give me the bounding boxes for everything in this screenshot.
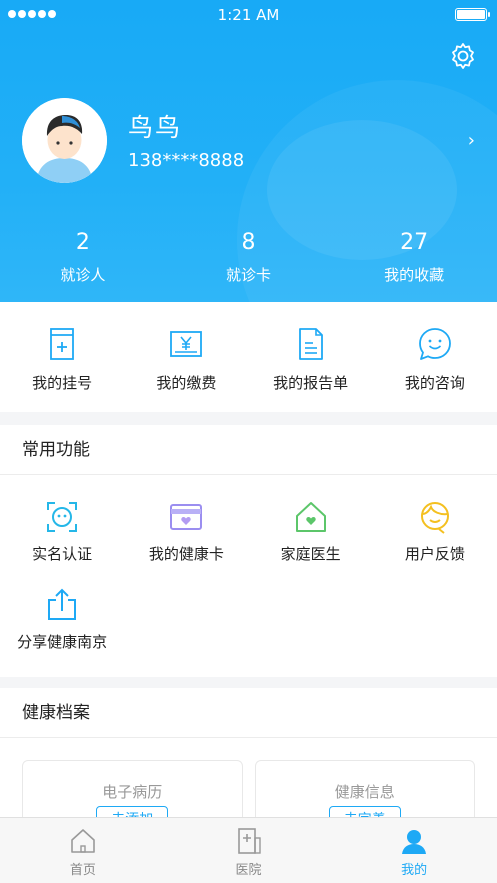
function-label: 分享健康南京 (17, 633, 108, 651)
stat-label: 我的收藏 (384, 266, 445, 284)
quick-action-label: 我的咨询 (404, 374, 465, 392)
function-label: 家庭医生 (280, 545, 341, 563)
quick-action-consult[interactable]: 我的咨询 (373, 302, 497, 412)
stat-label: 就诊卡 (226, 266, 272, 284)
quick-action-report[interactable]: 我的报告单 (249, 302, 373, 412)
stat-favorites[interactable]: 27 我的收藏 (331, 228, 497, 285)
chevron-right-icon[interactable]: › (468, 130, 475, 151)
tab-mine[interactable]: 我的 (331, 818, 497, 883)
card-title: 电子病历 (102, 783, 163, 801)
quick-action-label: 我的报告单 (273, 374, 349, 392)
stat-cards[interactable]: 8 就诊卡 (166, 228, 332, 285)
avatar[interactable] (22, 98, 107, 183)
quick-actions: 我的挂号 我的缴费 我的报告单 我的咨询 (0, 302, 497, 412)
tab-hospital[interactable]: 医院 (166, 818, 332, 883)
health-record-cards: 电子病历 去添加 健康信息 去完善 (0, 738, 497, 817)
user-name: 鸟鸟 (128, 113, 183, 142)
tab-label: 我的 (401, 863, 428, 878)
function-real-name-auth[interactable]: 实名认证 (0, 475, 124, 563)
function-label: 用户反馈 (404, 545, 465, 563)
section-title: 常用功能 (0, 425, 497, 475)
stat-value: 2 (75, 230, 90, 255)
registration-icon (50, 328, 75, 360)
battery-icon (455, 8, 490, 21)
quick-action-label: 我的挂号 (32, 374, 93, 392)
health-card-icon (170, 504, 203, 530)
stat-value: 27 (400, 230, 429, 255)
health-info-card[interactable]: 健康信息 去完善 (254, 760, 475, 817)
profile-icon (402, 830, 427, 854)
stat-value: 8 (241, 230, 256, 255)
consult-icon (418, 328, 451, 360)
payment-icon (170, 331, 203, 357)
feedback-icon (420, 502, 449, 534)
home-icon (71, 829, 95, 853)
tab-home[interactable]: 首页 (0, 818, 166, 883)
common-functions-section: 常用功能 实名认证 我的健康卡 家庭医生 用户反馈 分享健康南京 (0, 425, 497, 677)
function-label: 实名认证 (32, 545, 93, 563)
user-phone: 138****8888 (128, 150, 245, 171)
profile-header: 1:21 AM 鸟鸟 138****8888 › 2 就诊人 8 就诊卡 27 (0, 0, 497, 302)
emr-card[interactable]: 电子病历 去添加 (22, 760, 243, 817)
user-avatar-icon (22, 98, 107, 183)
function-share[interactable]: 分享健康南京 (0, 563, 124, 651)
settings-gear-icon[interactable] (449, 42, 477, 70)
report-icon (298, 328, 323, 360)
function-feedback[interactable]: 用户反馈 (373, 475, 497, 563)
stats-row: 2 就诊人 8 就诊卡 27 我的收藏 (0, 228, 497, 285)
face-scan-icon (47, 502, 78, 532)
hospital-icon (237, 828, 261, 854)
bottom-tab-bar: 首页 医院 我的 (0, 817, 497, 883)
function-label: 我的健康卡 (148, 545, 224, 563)
function-family-doctor[interactable]: 家庭医生 (249, 475, 373, 563)
status-time: 1:21 AM (217, 6, 280, 24)
tab-label: 首页 (69, 863, 96, 878)
section-title: 健康档案 (0, 688, 497, 738)
function-grid: 实名认证 我的健康卡 家庭医生 用户反馈 分享健康南京 (0, 475, 497, 651)
home-heart-icon (295, 502, 326, 532)
share-icon (48, 588, 77, 620)
tab-label: 医院 (235, 863, 262, 878)
status-bar: 1:21 AM (0, 0, 497, 30)
quick-action-payment[interactable]: 我的缴费 (124, 302, 248, 412)
stat-patients[interactable]: 2 就诊人 (0, 228, 166, 285)
quick-action-registration[interactable]: 我的挂号 (0, 302, 124, 412)
complete-health-info-button[interactable]: 去完善 (328, 806, 401, 817)
health-records-section: 健康档案 电子病历 去添加 健康信息 去完善 (0, 688, 497, 817)
function-health-card[interactable]: 我的健康卡 (124, 475, 248, 563)
card-title: 健康信息 (334, 783, 395, 801)
stat-label: 就诊人 (60, 266, 106, 284)
add-emr-button[interactable]: 去添加 (96, 806, 169, 817)
quick-action-label: 我的缴费 (156, 374, 217, 392)
